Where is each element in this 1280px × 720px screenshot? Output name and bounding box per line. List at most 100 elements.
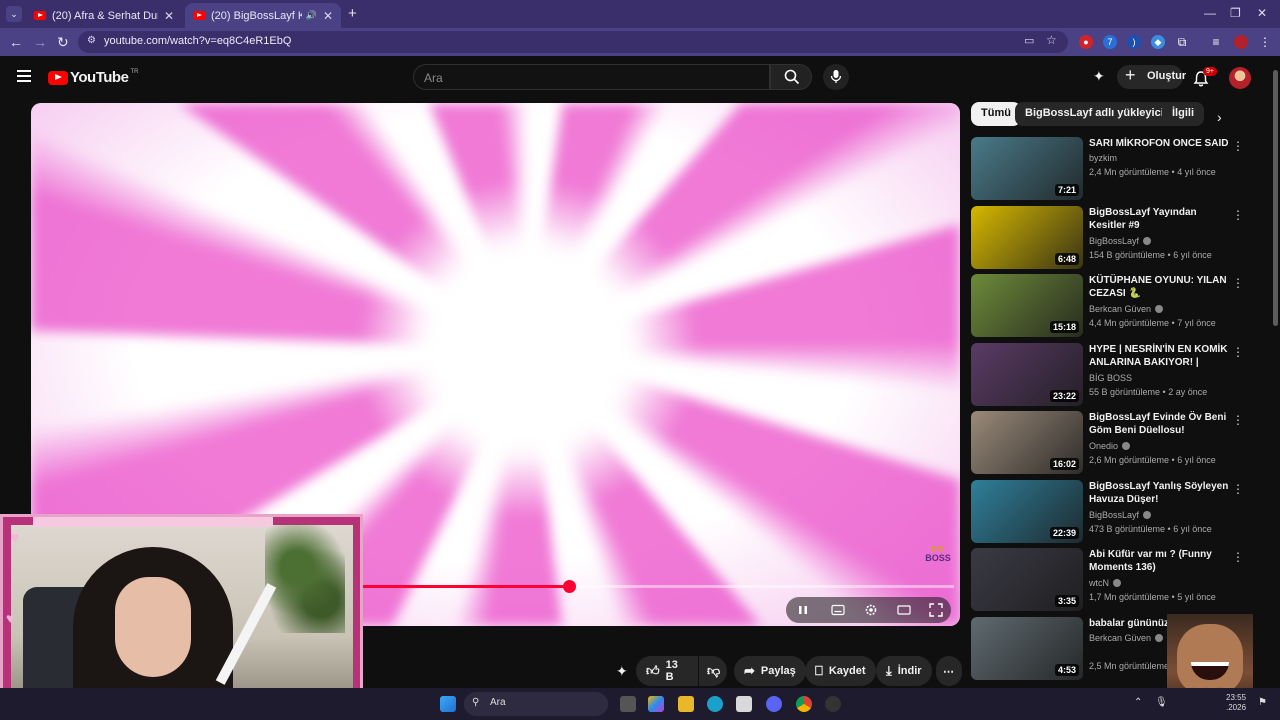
windows-start-icon[interactable] [440, 696, 456, 712]
file-explorer-icon[interactable] [678, 696, 694, 712]
user-avatar[interactable] [1229, 67, 1251, 89]
page-scrollbar[interactable] [1271, 56, 1280, 688]
more-vertical-icon[interactable]: ⋮ [1232, 208, 1244, 222]
video-thumbnail[interactable]: 6:48 [971, 205, 1083, 269]
channel-watermark[interactable]: BIG BOSS [923, 546, 953, 572]
chip-related[interactable]: İlgili [1162, 102, 1204, 126]
video-thumbnail[interactable]: 4:53 [971, 616, 1083, 680]
search-input[interactable]: Ara [413, 64, 770, 90]
close-window-icon[interactable]: ✕ [1257, 6, 1267, 20]
channel-name[interactable]: BİG BOSS [1089, 373, 1132, 383]
more-vertical-icon[interactable]: ⋮ [1232, 276, 1244, 290]
more-vertical-icon[interactable]: ⋮ [1232, 550, 1244, 564]
store-icon[interactable] [736, 696, 752, 712]
extension-icon[interactable]: ) [1127, 35, 1141, 49]
recommendation-item[interactable]: 3:35 Abi Küfür var mı ? (Funny Moments 13… [971, 548, 1261, 612]
chevron-right-icon[interactable]: › [1217, 109, 1222, 125]
speaker-icon[interactable]: 🔊 [306, 10, 317, 21]
channel-name[interactable]: BigBossLayf [1089, 236, 1152, 246]
cast-icon[interactable]: ▭ [1024, 34, 1034, 47]
browser-tab-active[interactable]: (20) BigBossLayf Komik Anl 🔊 ✕ [185, 3, 341, 28]
fullscreen-icon[interactable] [929, 603, 943, 617]
settings-gear-icon[interactable] [864, 603, 878, 617]
channel-name[interactable]: wtcN [1089, 578, 1121, 588]
browser-menu-icon[interactable]: ⋮ [1258, 35, 1272, 49]
like-button[interactable]: 👍︎ 13 B [636, 656, 698, 686]
extensions-puzzle-icon[interactable]: ⧉ [1175, 35, 1189, 49]
tab-list-icon[interactable]: ≡ [1209, 35, 1223, 49]
video-thumbnail[interactable]: 7:21 [971, 137, 1083, 200]
game-controller-icon[interactable]: ✦ [1093, 68, 1105, 85]
video-thumbnail[interactable]: 22:39 [971, 479, 1083, 543]
app-icon[interactable] [825, 696, 841, 712]
channel-name[interactable]: byzkim [1089, 153, 1117, 163]
video-title[interactable]: HYPE | NESRİN'İN EN KOMİK ANLARINA BAKIY… [1089, 343, 1229, 369]
recommendation-item[interactable]: 16:02 BigBossLayf Evinde Öv Beni Göm Beni… [971, 411, 1261, 475]
channel-name[interactable]: Berkcan Güven [1089, 633, 1164, 643]
create-button[interactable]: Oluştur [1117, 65, 1186, 89]
extension-icon[interactable]: 7 [1103, 35, 1117, 49]
video-thumbnail[interactable]: 15:18 [971, 274, 1083, 337]
reload-icon[interactable]: ↻ [57, 34, 69, 51]
video-thumbnail[interactable]: 3:35 [971, 548, 1083, 611]
subtitles-icon[interactable] [831, 603, 845, 617]
video-title[interactable]: BigBossLayf Evinde Öv Beni Göm Beni Düel… [1089, 411, 1229, 437]
dislike-button[interactable]: 👎︎ [699, 656, 727, 686]
video-thumbnail[interactable]: 23:22 [971, 342, 1083, 406]
profile-avatar[interactable] [1234, 35, 1248, 49]
extension-icon[interactable]: ● [1079, 35, 1093, 49]
video-title[interactable]: KÜTÜPHANE OYUNU: YILAN CEZASI 🐍 [1089, 274, 1229, 300]
recommendation-item[interactable]: 23:22 HYPE | NESRİN'İN EN KOMİK ANLARINA … [971, 342, 1261, 407]
forward-icon[interactable]: → [33, 34, 47, 50]
more-actions-button[interactable]: ⋯ [936, 656, 962, 686]
taskbar-clock[interactable]: 23:55 .2026 [1226, 693, 1246, 713]
taskbar-search[interactable]: Ara [464, 692, 608, 716]
save-button[interactable]: ⎕ Kaydet [805, 656, 876, 686]
more-vertical-icon[interactable]: ⋮ [1232, 139, 1244, 153]
channel-name[interactable]: Onedio [1089, 441, 1131, 451]
chrome-icon[interactable] [796, 696, 812, 712]
back-icon[interactable]: ← [9, 34, 23, 50]
pause-icon[interactable] [796, 603, 810, 617]
video-title[interactable]: BigBossLayf Yayından Kesitler #9 [1089, 206, 1229, 232]
voice-search-button[interactable] [823, 64, 849, 90]
restore-icon[interactable]: ❐ [1230, 6, 1241, 20]
game-controller-icon[interactable]: ✦ [616, 663, 628, 680]
recommendation-item[interactable]: 22:39 BigBossLayf Yanlış Söyleyen Havuza … [971, 479, 1261, 544]
close-tab-icon[interactable]: ✕ [323, 9, 333, 23]
video-title[interactable]: BigBossLayf Yanlış Söyleyen Havuza Düşer… [1089, 480, 1229, 506]
extension-icon[interactable]: ◆ [1151, 35, 1165, 49]
copilot-icon[interactable] [648, 696, 664, 712]
site-info-icon[interactable]: ⚙ [87, 35, 96, 46]
menu-hamburger-icon[interactable] [17, 70, 31, 82]
notification-tray-icon[interactable]: ⚑ [1258, 697, 1267, 708]
minimize-icon[interactable]: — [1204, 6, 1216, 20]
task-view-icon[interactable] [620, 696, 636, 712]
video-title[interactable]: Abi Küfür var mı ? (Funny Moments 136) [1089, 548, 1229, 574]
channel-name[interactable]: BigBossLayf [1089, 510, 1152, 520]
chip-all[interactable]: Tümü [971, 102, 1021, 126]
download-button[interactable]: ⤓ İndir [876, 656, 932, 686]
share-button[interactable]: ➦ Paylaş [734, 656, 806, 686]
discord-icon[interactable] [766, 696, 782, 712]
tray-chevron-icon[interactable]: ⌃ [1134, 697, 1142, 708]
youtube-logo[interactable]: YouTube TR [48, 69, 138, 86]
new-tab-button[interactable]: + [348, 5, 357, 22]
more-vertical-icon[interactable]: ⋮ [1232, 413, 1244, 427]
video-title[interactable]: SARI MİKROFON ONCE SAID [1089, 137, 1229, 150]
edge-icon[interactable] [707, 696, 723, 712]
more-vertical-icon[interactable]: ⋮ [1232, 345, 1244, 359]
recommendation-item[interactable]: 15:18 KÜTÜPHANE OYUNU: YILAN CEZASI 🐍 Berk… [971, 274, 1261, 338]
browser-tab[interactable]: (20) Afra & Serhat Durmus - Le ✕ [26, 3, 182, 28]
tab-search-button[interactable]: ⌄ [6, 6, 22, 22]
channel-name[interactable]: Berkcan Güven [1089, 304, 1164, 314]
search-button[interactable] [770, 64, 812, 90]
bookmark-star-icon[interactable]: ☆ [1046, 33, 1057, 47]
address-bar[interactable]: ⚙ youtube.com/watch?v=eq8C4eR1EbQ ▭ ☆ [78, 31, 1068, 53]
scrollbar-thumb[interactable] [1273, 70, 1278, 326]
recommendation-item[interactable]: 7:21 SARI MİKROFON ONCE SAID byzkim 2,4 Mn … [971, 137, 1261, 201]
more-vertical-icon[interactable]: ⋮ [1232, 482, 1244, 496]
close-tab-icon[interactable]: ✕ [164, 9, 174, 23]
video-thumbnail[interactable]: 16:02 [971, 411, 1083, 474]
recommendation-item[interactable]: 6:48 BigBossLayf Yayından Kesitler #9 BigB… [971, 205, 1261, 270]
